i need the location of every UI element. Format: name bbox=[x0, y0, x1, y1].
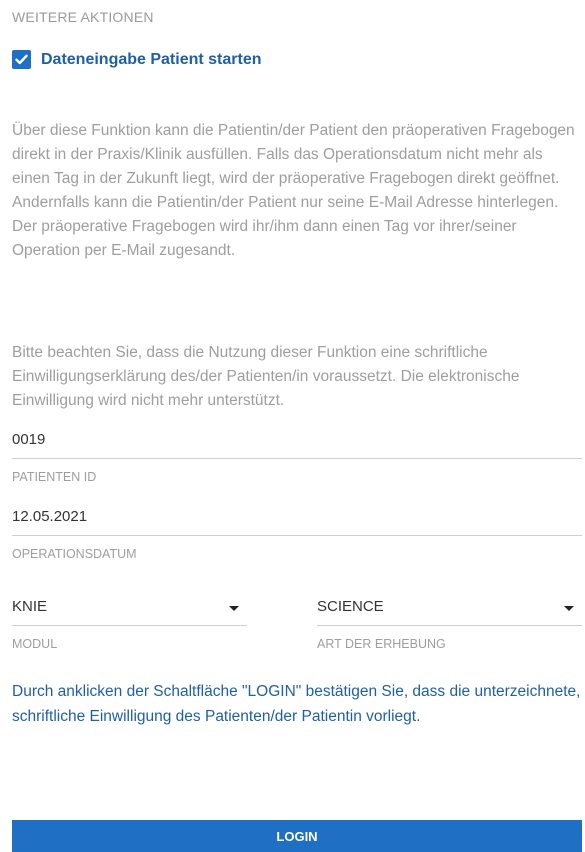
start-patient-entry-checkbox[interactable] bbox=[12, 50, 31, 69]
modul-select[interactable]: KNIE bbox=[12, 593, 247, 626]
info-paragraph-function: Über diese Funktion kann die Patientin/d… bbox=[12, 122, 575, 259]
start-patient-entry-checkbox-row[interactable]: Dateneingabe Patient starten bbox=[12, 50, 262, 69]
art-der-erhebung-field: SCIENCE ART DER ERHEBUNG bbox=[317, 593, 582, 651]
art-der-erhebung-select[interactable]: SCIENCE bbox=[317, 593, 582, 626]
operation-date-label: OPERATIONSDATUM bbox=[12, 547, 137, 561]
modul-label: MODUL bbox=[12, 637, 58, 651]
patient-id-label: PATIENTEN ID bbox=[12, 470, 97, 484]
section-title: WEITERE AKTIONEN bbox=[12, 9, 154, 25]
modul-field: KNIE MODUL bbox=[12, 593, 247, 651]
patient-id-input[interactable]: 0019 bbox=[12, 426, 582, 459]
operation-date-input[interactable]: 12.05.2021 bbox=[12, 503, 582, 536]
art-der-erhebung-label: ART DER ERHEBUNG bbox=[317, 637, 446, 651]
chevron-down-icon[interactable] bbox=[229, 606, 239, 611]
patient-id-field: 0019 PATIENTEN ID bbox=[12, 426, 582, 484]
checkmark-icon bbox=[15, 54, 28, 65]
chevron-down-icon[interactable] bbox=[564, 606, 574, 611]
login-form-page: WEITERE AKTIONEN Dateneingabe Patient st… bbox=[0, 0, 585, 852]
consent-notice: Durch anklicken der Schaltfläche "LOGIN"… bbox=[12, 683, 581, 725]
art-der-erhebung-selected-value: SCIENCE bbox=[317, 598, 384, 615]
info-paragraph-consent: Bitte beachten Sie, dass die Nutzung die… bbox=[12, 344, 520, 409]
modul-selected-value: KNIE bbox=[12, 598, 48, 615]
login-button[interactable]: LOGIN bbox=[12, 820, 582, 852]
start-patient-entry-label[interactable]: Dateneingabe Patient starten bbox=[41, 51, 262, 69]
operation-date-field: 12.05.2021 OPERATIONSDATUM bbox=[12, 503, 582, 561]
